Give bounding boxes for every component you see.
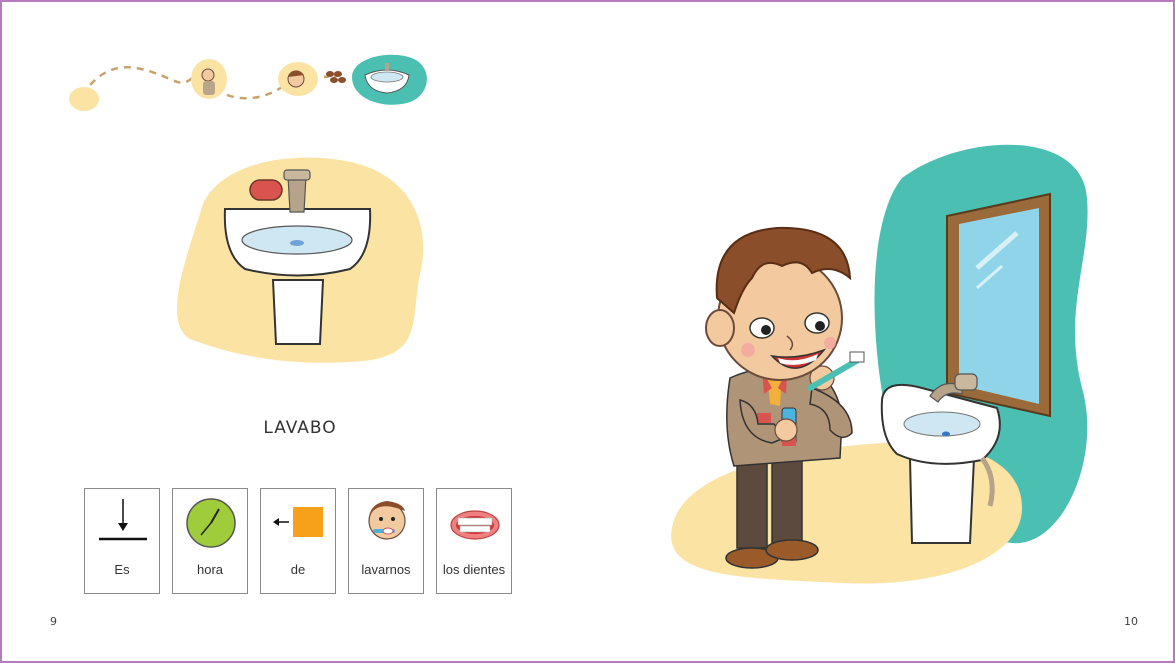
progress-trail [69,54,427,111]
brushing-teeth-icon [368,501,406,540]
pictogram-label: lavarnos [361,562,411,577]
page-title: LAVABO [263,418,337,438]
pictogram-card-de: de [260,488,336,594]
pictogram-card-lavarnos: lavarnos [348,488,424,594]
page-number-right: 10 [1124,615,1138,628]
faucet-icon [287,175,307,213]
pictogram-label: hora [196,562,224,577]
arrow-to-square-icon [273,507,323,537]
pictogram-label: Es [114,562,130,577]
pictogram-card-los-dientes: los dientes [436,488,512,594]
pictogram-label: de [290,562,306,577]
step-icon-face [287,70,305,88]
step-blob-1 [69,87,99,111]
book-spread: LAVABO Es hora de lavarnos los dientes 9… [0,0,1175,663]
pictogram-card-es: Es [84,488,160,594]
sink-illustration [176,157,424,363]
page-number-left: 9 [50,615,57,628]
step-icon-washing [201,68,215,95]
soap-icon [249,179,283,201]
clock-icon [186,498,236,548]
arrow-down-to-line-icon [99,499,147,541]
pictogram-card-hora: hora [172,488,248,594]
boy-brushing-teeth-illustration [671,144,1088,584]
teeth-icon [450,510,500,540]
pictogram-label: los dientes [442,562,506,577]
sink-pedestal [271,279,325,345]
